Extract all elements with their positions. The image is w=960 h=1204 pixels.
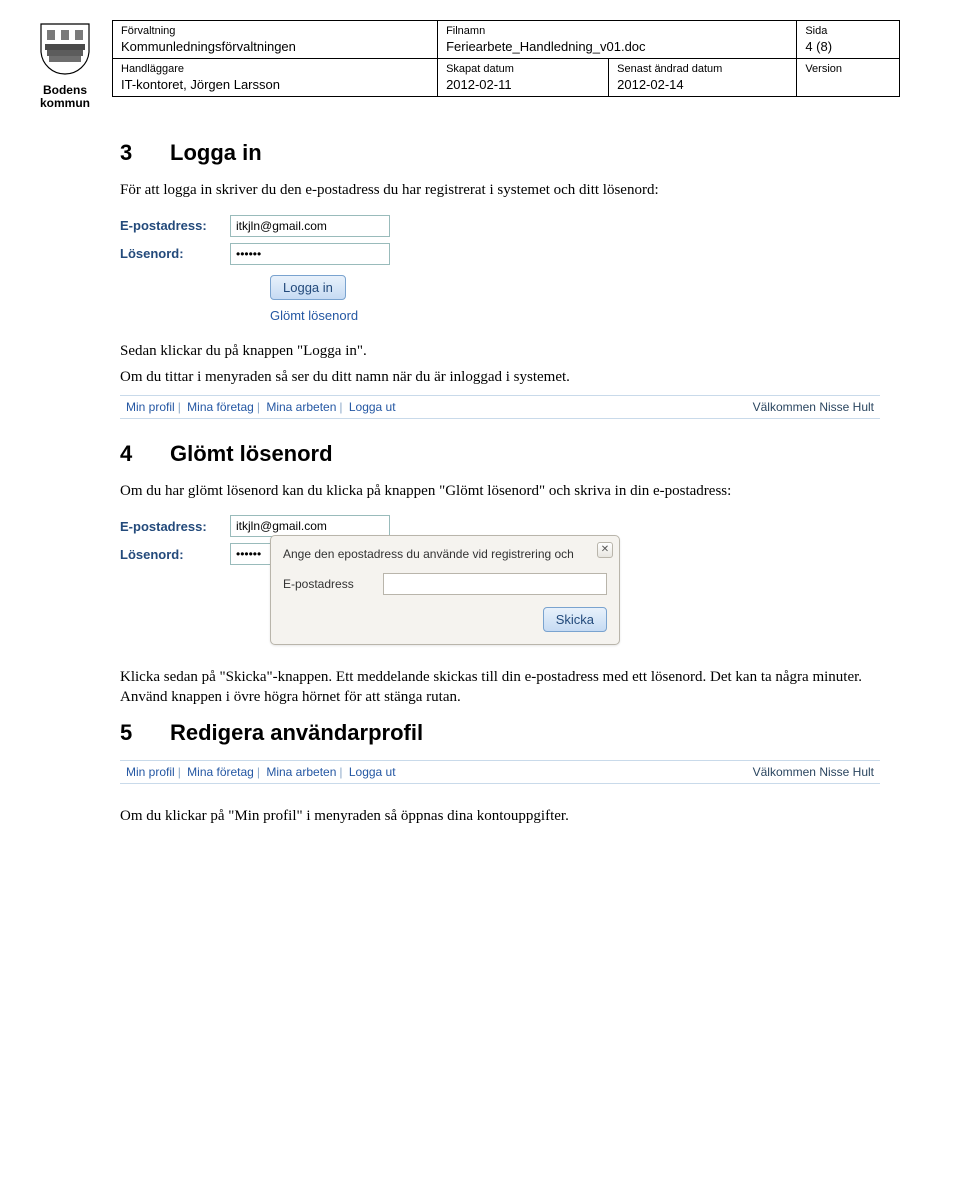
meta-label: Senast ändrad datum xyxy=(617,63,788,75)
password-label: Lösenord: xyxy=(120,547,230,562)
login-form: E-postadress: Lösenord: Logga in Glömt l… xyxy=(120,215,520,323)
meta-table: Förvaltning Kommunledningsförvaltningen … xyxy=(112,20,900,97)
close-icon[interactable]: ✕ xyxy=(597,542,613,558)
menu-bar: Min profil| Mina företag| Mina arbeten| … xyxy=(120,760,880,784)
section-3-heading: 3Logga in xyxy=(120,140,900,166)
email-field[interactable] xyxy=(230,215,390,237)
meta-label: Förvaltning xyxy=(121,25,429,37)
heading-title: Glömt lösenord xyxy=(170,441,333,466)
heading-number: 3 xyxy=(120,140,170,166)
forgot-password-link[interactable]: Glömt lösenord xyxy=(270,308,358,323)
heading-number: 4 xyxy=(120,441,170,467)
menu-my-profile[interactable]: Min profil xyxy=(126,765,175,779)
meta-value: 2012-02-11 xyxy=(446,75,600,92)
send-button[interactable]: Skicka xyxy=(543,607,607,632)
shield-icon xyxy=(37,20,93,76)
meta-value: Kommunledningsförvaltningen xyxy=(121,37,429,54)
email-label: E-postadress: xyxy=(120,218,230,233)
meta-value: Feriearbete_Handledning_v01.doc xyxy=(446,37,788,54)
paragraph: Om du tittar i menyraden så ser du ditt … xyxy=(120,367,900,387)
meta-label: Version xyxy=(805,63,891,75)
popup-email-field[interactable] xyxy=(383,573,607,595)
popup-message: Ange den epostadress du använde vid regi… xyxy=(283,546,607,563)
menu-my-jobs[interactable]: Mina arbeten xyxy=(266,765,336,779)
paragraph: Klicka sedan på "Skicka"-knappen. Ett me… xyxy=(120,667,900,708)
password-field[interactable] xyxy=(230,243,390,265)
meta-value: IT-kontoret, Jörgen Larsson xyxy=(121,75,429,92)
menu-logout[interactable]: Logga ut xyxy=(349,400,396,414)
password-label: Lösenord: xyxy=(120,246,230,261)
meta-value xyxy=(805,75,891,77)
welcome-text: Välkommen Nisse Hult xyxy=(753,765,874,779)
menu-bar: Min profil| Mina företag| Mina arbeten| … xyxy=(120,395,880,419)
menu-logout[interactable]: Logga ut xyxy=(349,765,396,779)
document-header: Bodens kommun Förvaltning Kommunlednings… xyxy=(30,20,900,110)
meta-value: 4 (8) xyxy=(805,37,891,54)
forgot-password-popup: ✕ Ange den epostadress du använde vid re… xyxy=(270,535,620,645)
document-body: 3Logga in För att logga in skriver du de… xyxy=(120,140,900,826)
meta-label: Handläggare xyxy=(121,63,429,75)
meta-label: Skapat datum xyxy=(446,63,600,75)
paragraph: Sedan klickar du på knappen "Logga in". xyxy=(120,341,900,361)
meta-label: Sida xyxy=(805,25,891,37)
menu-my-companies[interactable]: Mina företag xyxy=(187,765,254,779)
meta-label: Filnamn xyxy=(446,25,788,37)
menu-my-companies[interactable]: Mina företag xyxy=(187,400,254,414)
heading-number: 5 xyxy=(120,720,170,746)
popup-email-label: E-postadress xyxy=(283,577,383,591)
paragraph: Om du har glömt lösenord kan du klicka p… xyxy=(120,481,900,501)
heading-title: Logga in xyxy=(170,140,262,165)
section-4-heading: 4Glömt lösenord xyxy=(120,441,900,467)
email-label: E-postadress: xyxy=(120,519,230,534)
menu-my-profile[interactable]: Min profil xyxy=(126,400,175,414)
section-5-heading: 5Redigera användarprofil xyxy=(120,720,900,746)
welcome-text: Välkommen Nisse Hult xyxy=(753,400,874,414)
paragraph: Om du klickar på "Min profil" i menyrade… xyxy=(120,806,900,826)
menu-my-jobs[interactable]: Mina arbeten xyxy=(266,400,336,414)
meta-value: 2012-02-14 xyxy=(617,75,788,92)
logo-text-2: kommun xyxy=(30,97,100,110)
forgot-password-form: E-postadress: Lösenord: ✕ Ange den epost… xyxy=(120,515,900,645)
login-button[interactable]: Logga in xyxy=(270,275,346,300)
logo-block: Bodens kommun xyxy=(30,20,100,110)
email-field[interactable] xyxy=(230,515,390,537)
heading-title: Redigera användarprofil xyxy=(170,720,423,745)
paragraph: För att logga in skriver du den e-postad… xyxy=(120,180,900,200)
